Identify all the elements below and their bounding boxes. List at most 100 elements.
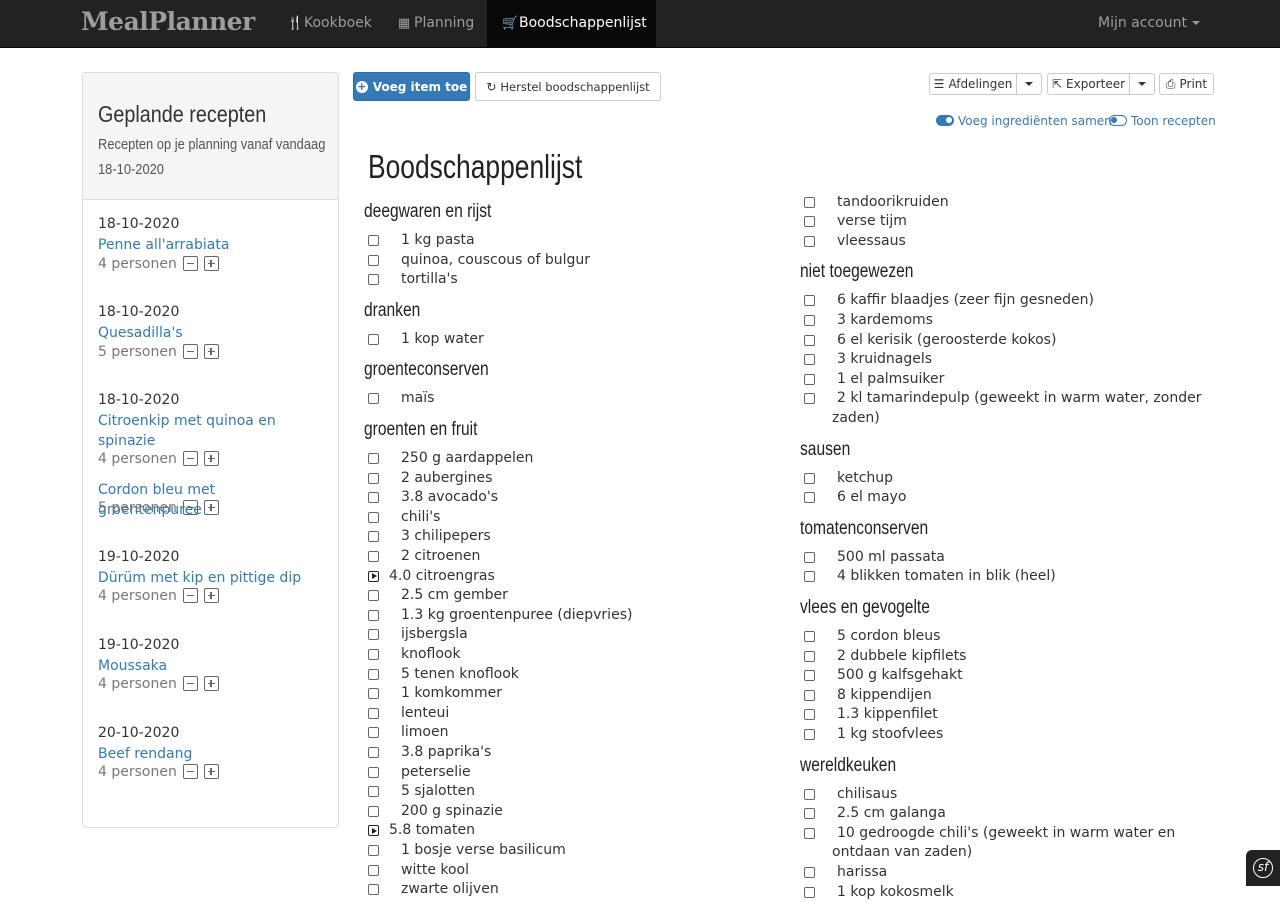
item-checkbox[interactable] [368,551,379,562]
planned-recipe-link[interactable]: Beef rendang [98,745,323,765]
plus-square-icon[interactable] [204,256,219,271]
nav-boodschappenlijst[interactable]: 🛒Boodschappenlijst [487,0,656,47]
item-checkbox[interactable] [804,315,815,326]
item-checkbox[interactable] [804,709,815,720]
export-button[interactable]: ⇱Exporteer [1047,73,1130,95]
shopping-list-item: 4 blikken tomaten in blik (heel) [837,567,1056,587]
nav-kookboek[interactable]: 🍴Kookboek [272,0,387,47]
shopping-cart-icon: 🛒 [502,0,516,47]
item-checkbox[interactable] [368,334,379,345]
item-checkbox[interactable] [368,825,379,836]
item-checkbox[interactable] [368,747,379,758]
caret-down-icon [1192,21,1200,25]
export-dropdown-toggle[interactable] [1129,73,1155,95]
minus-square-icon[interactable] [183,500,198,515]
plus-square-icon[interactable] [204,676,219,691]
export-icon: ⇱ [1052,77,1062,91]
item-checkbox[interactable] [368,571,379,582]
shopping-list-item: 5 cordon bleus [837,627,940,647]
item-checkbox[interactable] [368,512,379,523]
departments-button[interactable]: ☰Afdelingen [929,73,1017,95]
item-checkbox[interactable] [368,255,379,266]
minus-square-icon[interactable] [183,344,198,359]
item-checkbox[interactable] [804,651,815,662]
item-checkbox[interactable] [804,216,815,227]
item-checkbox[interactable] [368,865,379,876]
item-checkbox[interactable] [804,552,815,563]
item-checkbox[interactable] [368,274,379,285]
item-checkbox[interactable] [804,690,815,701]
item-checkbox[interactable] [804,789,815,800]
item-checkbox[interactable] [804,571,815,582]
planned-recipe-link[interactable]: Citroenkip met quinoa en spinazie [98,412,323,451]
merge-ingredients-toggle[interactable]: Voeg ingrediënten samen [936,114,1112,128]
persons-count: 5 personen [98,344,177,360]
minus-square-icon[interactable] [183,676,198,691]
item-checkbox[interactable] [368,531,379,542]
item-checkbox[interactable] [368,708,379,719]
item-checkbox[interactable] [368,629,379,640]
item-checkbox[interactable] [368,473,379,484]
item-checkbox[interactable] [804,354,815,365]
shopping-list-item: tandoorikruiden [837,193,949,213]
item-checkbox[interactable] [804,887,815,898]
item-checkbox[interactable] [804,729,815,740]
item-checkbox[interactable] [804,670,815,681]
item-checkbox[interactable] [804,295,815,306]
plus-square-icon[interactable] [204,344,219,359]
item-checkbox[interactable] [804,631,815,642]
minus-square-icon[interactable] [183,451,198,466]
planned-recipes-subtitle: Recepten op je planning vanaf vandaag [98,136,292,153]
item-checkbox[interactable] [804,473,815,484]
plus-square-icon[interactable] [204,500,219,515]
item-checkbox[interactable] [804,236,815,247]
item-checkbox[interactable] [368,393,379,404]
minus-square-icon[interactable] [183,588,198,603]
brand-logo[interactable]: MealPlanner [81,7,255,36]
item-checkbox[interactable] [368,649,379,660]
plus-square-icon[interactable] [204,588,219,603]
symfony-toolbar-button[interactable]: sf [1246,850,1280,886]
item-checkbox[interactable] [804,393,815,404]
item-checkbox[interactable] [804,335,815,346]
item-checkbox[interactable] [804,197,815,208]
planned-recipe-link[interactable]: Penne all'arrabiata [98,236,323,256]
reset-list-button[interactable]: ↻Herstel boodschappenlijst [475,72,661,101]
minus-square-icon[interactable] [183,256,198,271]
plus-square-icon[interactable] [204,764,219,779]
shopping-list-item: 2 dubbele kipfilets [837,647,966,667]
plus-square-icon[interactable] [204,451,219,466]
item-checkbox[interactable] [804,492,815,503]
item-checkbox[interactable] [368,786,379,797]
item-checkbox[interactable] [368,669,379,680]
item-checkbox[interactable] [368,453,379,464]
item-checkbox[interactable] [368,235,379,246]
planned-recipe-link[interactable]: Dürüm met kip en pittige dip [98,569,323,589]
nav-planning-label: Planning [414,15,474,31]
show-recipes-toggle[interactable]: Toon recepten [1109,114,1216,128]
print-button[interactable]: ⎙Print [1159,73,1214,95]
item-checkbox[interactable] [368,492,379,503]
shopping-list-item: vleessaus [837,232,906,252]
item-checkbox[interactable] [368,845,379,856]
item-checkbox[interactable] [804,867,815,878]
minus-square-icon[interactable] [183,764,198,779]
item-checkbox[interactable] [368,590,379,601]
item-checkbox[interactable] [368,610,379,621]
item-checkbox[interactable] [368,806,379,817]
departments-dropdown-toggle[interactable] [1016,73,1042,95]
planned-recipe-link[interactable]: Moussaka [98,657,323,677]
item-checkbox[interactable] [368,727,379,738]
nav-planning[interactable]: ▦Planning [382,0,489,47]
planned-recipes-panel: Geplande recepten Recepten op je plannin… [82,72,339,828]
item-checkbox[interactable] [368,688,379,699]
account-menu[interactable]: Mijn account [1083,0,1215,47]
planned-recipe-link[interactable]: Quesadilla's [98,324,323,344]
top-navbar: MealPlanner 🍴Kookboek ▦Planning 🛒Boodsch… [0,0,1280,48]
shopping-list-item: 1 bosje verse basilicum [401,841,566,861]
item-checkbox[interactable] [804,828,815,839]
item-checkbox[interactable] [368,767,379,778]
item-checkbox[interactable] [804,808,815,819]
add-item-button[interactable]: +Voeg item toe [353,72,470,101]
item-checkbox[interactable] [804,374,815,385]
